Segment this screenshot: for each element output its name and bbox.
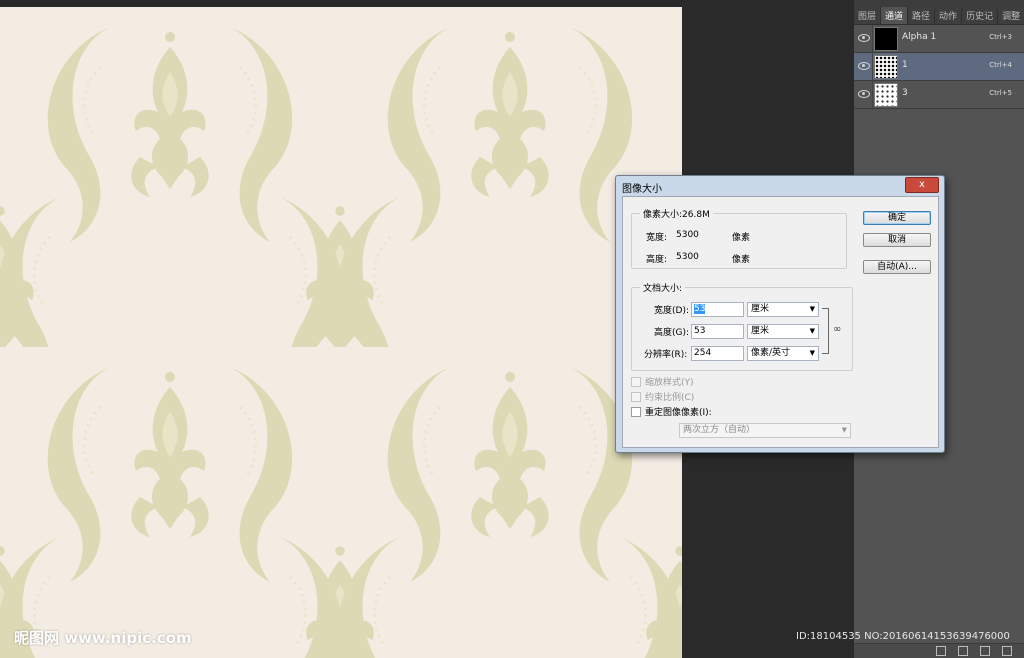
resolution-unit-select[interactable]: 像素/英寸 ▼ — [747, 346, 819, 361]
pixel-width-unit: 像素 — [732, 233, 751, 243]
tab-channels[interactable]: 通道 — [881, 7, 909, 24]
pixel-width-label: 宽度: — [646, 233, 668, 243]
constrain-bracket — [822, 308, 829, 354]
chevron-down-icon: ▼ — [809, 349, 815, 357]
document-canvas[interactable] — [0, 7, 682, 658]
doc-height-unit-select[interactable]: 厘米 ▼ — [747, 324, 819, 339]
doc-width-unit-select[interactable]: 厘米 ▼ — [747, 302, 819, 317]
trash-icon[interactable] — [1002, 646, 1012, 656]
resolution-unit: 像素/英寸 — [751, 348, 791, 358]
pixel-dimensions-group: 像素大小:26.8M 宽度: 5300 像素 高度: 5300 像素 — [631, 207, 847, 269]
tab-layers[interactable]: 图层 — [854, 7, 882, 24]
cancel-button[interactable]: 取消 — [863, 233, 931, 247]
pixel-size-label: 像素大小:26.8M — [640, 207, 713, 220]
close-button[interactable]: x — [905, 177, 939, 193]
pixel-height-label: 高度: — [646, 255, 668, 265]
channel-row-3[interactable]: 3 Ctrl+5 — [854, 81, 1024, 109]
chain-link-icon: ∞ — [833, 324, 842, 335]
visibility-eye-icon[interactable] — [858, 90, 870, 98]
channel-name: 1 — [902, 60, 908, 70]
doc-width-input[interactable]: 53 — [691, 302, 744, 317]
doc-height-input[interactable]: 53 — [691, 324, 744, 339]
resample-method-select[interactable]: 两次立方（自动） ▼ — [679, 423, 851, 438]
load-selection-icon[interactable] — [936, 646, 946, 656]
row-divider — [872, 53, 873, 80]
doc-width-unit: 厘米 — [751, 304, 770, 314]
pixel-width-value: 5300 — [676, 230, 699, 240]
constrain-proportions-checkbox[interactable] — [631, 392, 641, 402]
tab-actions[interactable]: 动作 — [935, 7, 963, 24]
chevron-down-icon: ▼ — [809, 305, 815, 313]
doc-height-value: 53 — [694, 326, 706, 336]
scale-styles-label: 缩放样式(Y) — [645, 378, 694, 388]
save-selection-icon[interactable] — [958, 646, 968, 656]
channel-shortcut: Ctrl+3 — [989, 33, 1012, 41]
channel-name: Alpha 1 — [902, 32, 937, 42]
visibility-eye-icon[interactable] — [858, 62, 870, 70]
dialog-title: 图像大小 — [622, 184, 662, 195]
new-channel-icon[interactable] — [980, 646, 990, 656]
channel-thumbnail — [874, 83, 898, 107]
watermark-logo: 昵图网 www.nipic.com — [14, 629, 192, 647]
doc-height-label: 高度(G): — [654, 328, 690, 338]
watermark-id: ID:18104535 NO:20160614153639476000 — [796, 631, 1010, 642]
doc-width-value: 53 — [694, 304, 706, 314]
channel-shortcut: Ctrl+5 — [989, 89, 1012, 97]
dialog-body: 像素大小:26.8M 宽度: 5300 像素 高度: 5300 像素 文档大小:… — [622, 196, 939, 448]
panel-tabs: 图层 通道 路径 动作 历史记 调整 — [854, 7, 1024, 25]
panel-header-bar — [854, 0, 1024, 7]
chevron-down-icon: ▼ — [809, 327, 815, 335]
channel-row-alpha1[interactable]: Alpha 1 Ctrl+3 — [854, 25, 1024, 53]
doc-width-label: 宽度(D): — [654, 306, 689, 316]
resolution-label: 分辨率(R): — [644, 350, 688, 360]
chevron-down-icon: ▼ — [841, 426, 847, 434]
ok-button[interactable]: 确定 — [863, 211, 931, 225]
visibility-eye-icon[interactable] — [858, 34, 870, 42]
scale-styles-checkbox[interactable] — [631, 377, 641, 387]
tab-adjustments[interactable]: 调整 — [998, 7, 1024, 24]
resample-checkbox[interactable] — [631, 407, 641, 417]
doc-height-unit: 厘米 — [751, 326, 770, 336]
pixel-height-value: 5300 — [676, 252, 699, 262]
channel-thumbnail — [874, 55, 898, 79]
pixel-height-unit: 像素 — [732, 255, 751, 265]
document-size-group: 文档大小: 宽度(D): 53 厘米 ▼ 高度(G): 53 厘米 ▼ 分辨率(R)… — [631, 281, 853, 371]
image-size-dialog: 图像大小 x 像素大小:26.8M 宽度: 5300 像素 高度: 5300 像… — [615, 175, 945, 453]
channel-name: 3 — [902, 88, 908, 98]
channel-row-1[interactable]: 1 Ctrl+4 — [854, 53, 1024, 81]
row-divider — [872, 25, 873, 52]
auto-button[interactable]: 自动(A)... — [863, 260, 931, 274]
channel-shortcut: Ctrl+4 — [989, 61, 1012, 69]
resample-method-value: 两次立方（自动） — [683, 425, 756, 435]
tab-paths[interactable]: 路径 — [908, 7, 936, 24]
resample-label: 重定图像像素(I): — [645, 408, 712, 418]
tab-history[interactable]: 历史记 — [962, 7, 999, 24]
resolution-input[interactable]: 254 — [691, 346, 744, 361]
resolution-value: 254 — [694, 348, 712, 358]
document-size-label: 文档大小: — [640, 281, 686, 294]
row-divider — [872, 81, 873, 108]
channel-thumbnail — [874, 27, 898, 51]
constrain-proportions-label: 约束比例(C) — [645, 393, 695, 403]
damask-pattern — [0, 7, 682, 658]
panel-footer — [854, 643, 1024, 658]
